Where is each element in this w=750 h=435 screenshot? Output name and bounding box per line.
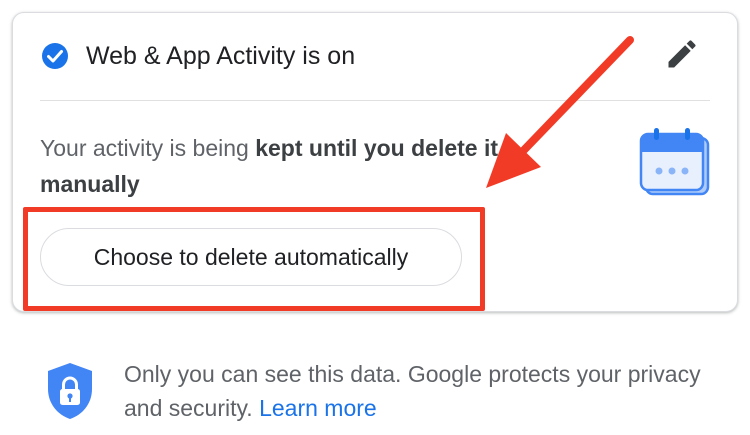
learn-more-link[interactable]: Learn more (259, 395, 377, 421)
privacy-text: Only you can see this data. Google prote… (124, 361, 701, 421)
divider (40, 100, 710, 101)
activity-status-text: Your activity is being kept until you de… (40, 130, 530, 202)
privacy-notice: Only you can see this data. Google prote… (124, 357, 724, 425)
calendar-icon (639, 128, 710, 196)
shield-lock-icon (48, 363, 92, 419)
activity-status-prefix: Your activity is being (40, 135, 256, 161)
check-circle-icon (42, 43, 68, 69)
card-title: Web & App Activity is on (86, 42, 356, 70)
pencil-icon[interactable] (664, 36, 700, 72)
auto-delete-button[interactable]: Choose to delete automatically (40, 228, 462, 286)
